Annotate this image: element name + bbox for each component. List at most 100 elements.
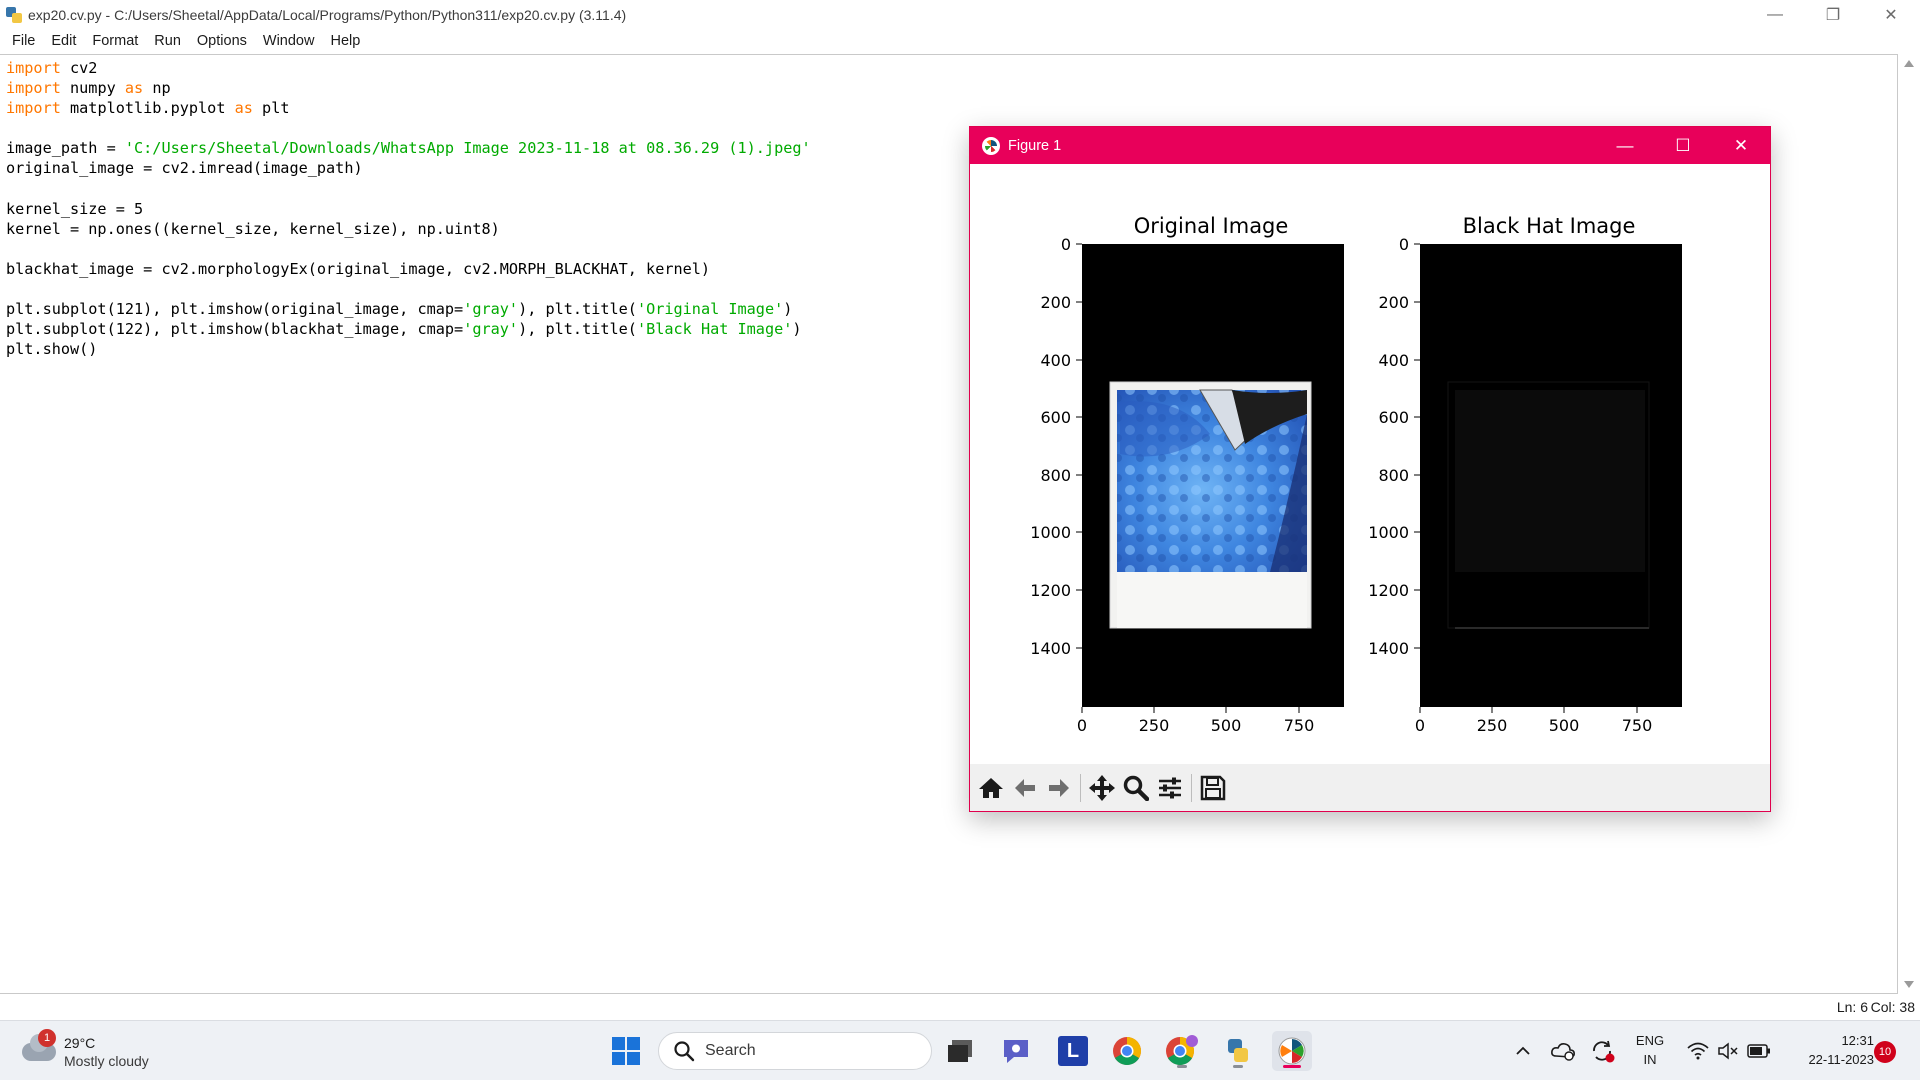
vertical-scrollbar[interactable] [1898, 54, 1920, 994]
start-button[interactable] [606, 1031, 646, 1071]
menu-edit[interactable]: Edit [43, 33, 84, 49]
notification-badge[interactable]: 10 [1874, 1041, 1896, 1063]
code-keyword: import [6, 79, 61, 98]
show-hidden-icons-button[interactable] [1510, 1021, 1536, 1080]
back-icon[interactable] [1008, 771, 1042, 805]
menu-format[interactable]: Format [84, 33, 146, 49]
menu-help[interactable]: Help [322, 33, 368, 49]
figure-toolbar [970, 764, 1770, 811]
python-idle-button[interactable] [1218, 1031, 1258, 1071]
y-tick-label: 1400 [1030, 639, 1071, 658]
l-app-button[interactable]: L [1053, 1031, 1093, 1071]
y-tick-label: 1200 [1030, 581, 1071, 600]
y-tick-label: 1000 [1030, 523, 1071, 542]
cloud-sync-icon [1551, 1043, 1575, 1061]
code-token: original_image = cv2.imread(image_path) [6, 159, 363, 178]
pan-icon[interactable] [1085, 771, 1119, 805]
code-token: ) [792, 320, 802, 339]
y-tick-label: 0 [1061, 235, 1071, 254]
code-token: plt.show() [6, 340, 98, 359]
photo-border-bottom [1117, 572, 1307, 628]
y-tick-label: 0 [1399, 235, 1409, 254]
figure-close-button[interactable]: ✕ [1712, 127, 1770, 164]
code-line[interactable]: kernel = np.ones((kernel_size, kernel_si… [6, 219, 811, 239]
scroll-down-icon[interactable] [1904, 981, 1914, 988]
code-token: plt.subplot(121), plt.imshow(original_im… [6, 300, 464, 319]
save-icon[interactable] [1196, 771, 1230, 805]
code-line[interactable]: kernel_size = 5 [6, 199, 811, 219]
battery-icon [1747, 1044, 1770, 1058]
task-view-icon [948, 1040, 972, 1062]
home-icon[interactable] [974, 771, 1008, 805]
figure-minimize-button[interactable]: — [1596, 127, 1654, 164]
code-line[interactable]: import matplotlib.pyplot as plt [6, 98, 811, 118]
line-number: Ln: 6 [1836, 999, 1868, 1015]
code-line[interactable] [6, 239, 811, 259]
minimize-button[interactable]: — [1746, 0, 1804, 29]
subplot-original: Original Image 0 200 400 600 800 1000 12… [1030, 214, 1344, 735]
wifi-button[interactable] [1684, 1021, 1712, 1080]
menu-window[interactable]: Window [255, 33, 323, 49]
x-tick-label: 500 [1549, 716, 1580, 735]
figure-title: Figure 1 [1008, 137, 1062, 154]
configure-icon[interactable] [1153, 771, 1187, 805]
y-tick-label: 400 [1378, 351, 1409, 370]
code-token: plt.subplot(122), plt.imshow(blackhat_im… [6, 320, 464, 339]
onedrive-button[interactable] [1548, 1021, 1578, 1080]
code-line[interactable]: original_image = cv2.imread(image_path) [6, 158, 811, 178]
matplotlib-figure-button[interactable] [1272, 1031, 1312, 1071]
code-line[interactable]: blackhat_image = cv2.morphologyEx(origin… [6, 259, 811, 279]
language-indicator[interactable]: ENG IN [1628, 1031, 1672, 1069]
zoom-icon[interactable] [1119, 771, 1153, 805]
chevron-up-icon [1516, 1046, 1530, 1055]
restore-button[interactable]: ❐ [1804, 0, 1862, 29]
teams-chat-button[interactable] [996, 1031, 1036, 1071]
clock-date: 22-11-2023 [1808, 1052, 1874, 1067]
plot-canvas[interactable]: Original Image 0 200 400 600 800 1000 12… [970, 164, 1770, 764]
volume-button[interactable] [1714, 1021, 1742, 1080]
code-line[interactable] [6, 179, 811, 199]
sync-status-button[interactable] [1588, 1021, 1618, 1080]
chrome-icon [1113, 1037, 1141, 1065]
code-token: np [143, 79, 171, 98]
task-view-button[interactable] [940, 1031, 980, 1071]
x-tick-label: 250 [1477, 716, 1508, 735]
code-line[interactable]: import cv2 [6, 58, 811, 78]
close-button[interactable]: ✕ [1862, 0, 1920, 29]
code-line[interactable]: import numpy as np [6, 78, 811, 98]
taskbar-search[interactable]: Search [658, 1032, 932, 1070]
chrome-button[interactable] [1107, 1031, 1147, 1071]
scroll-up-icon[interactable] [1904, 60, 1914, 67]
code-line[interactable]: plt.subplot(121), plt.imshow(original_im… [6, 299, 811, 319]
code-line[interactable]: plt.show() [6, 339, 811, 359]
subplot-blackhat: Black Hat Image 0 200 400 600 800 1000 1… [1368, 214, 1682, 735]
matplotlib-icon [982, 136, 1000, 155]
code-token: kernel_size = 5 [6, 199, 144, 218]
running-indicator [1177, 1065, 1187, 1068]
battery-button[interactable] [1744, 1021, 1774, 1080]
clock[interactable]: 12:31 22-11-2023 [1782, 1031, 1874, 1069]
y-tick-label: 800 [1378, 466, 1409, 485]
x-tick-label: 0 [1077, 716, 1087, 735]
chrome-profile-button[interactable] [1162, 1031, 1202, 1071]
y-tick-label: 1200 [1368, 581, 1409, 600]
figure-maximize-button[interactable]: ☐ [1654, 127, 1712, 164]
code-line[interactable] [6, 118, 811, 138]
forward-icon[interactable] [1042, 771, 1076, 805]
subplot-title-blackhat: Black Hat Image [1463, 214, 1636, 238]
x-tick-label: 750 [1622, 716, 1653, 735]
code-keyword: as [234, 99, 253, 118]
blackhat-texture [1455, 390, 1645, 572]
code-string: 'Black Hat Image' [636, 320, 793, 339]
wifi-icon [1687, 1042, 1709, 1060]
code-line[interactable]: plt.subplot(122), plt.imshow(blackhat_im… [6, 319, 811, 339]
code-text[interactable]: import cv2 import numpy as np import matpl… [6, 58, 811, 359]
search-label: Search [705, 1042, 756, 1059]
matplotlib-icon [1278, 1037, 1306, 1065]
weather-widget[interactable]: 1 29°C Mostly cloudy [22, 1029, 192, 1073]
code-line[interactable] [6, 279, 811, 299]
menu-file[interactable]: File [4, 33, 43, 49]
menu-run[interactable]: Run [146, 33, 189, 49]
code-line[interactable]: image_path = 'C:/Users/Sheetal/Downloads… [6, 138, 811, 158]
menu-options[interactable]: Options [189, 33, 255, 49]
